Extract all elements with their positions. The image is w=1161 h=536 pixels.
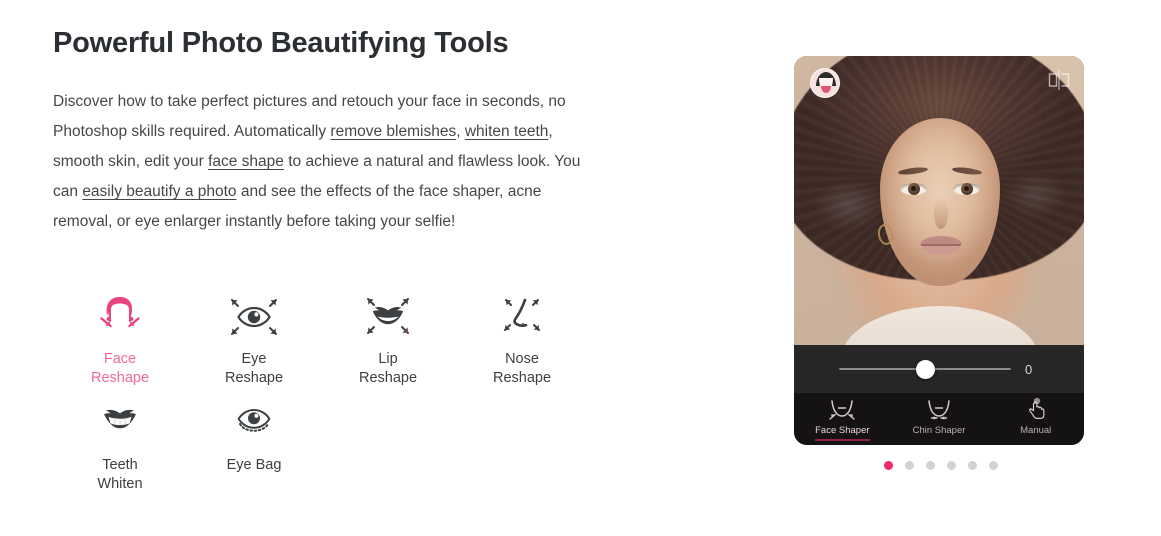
- tool-tab-face-shaper[interactable]: Face Shaper: [794, 397, 891, 441]
- intro-text-2: ,: [456, 122, 465, 140]
- eye-bag-icon: [224, 398, 284, 448]
- feature-item-nose-reshape[interactable]: Nose Reshape: [455, 292, 589, 388]
- tool-tab-manual[interactable]: Manual: [987, 397, 1084, 439]
- feature-label-line1: Eye: [241, 351, 267, 367]
- tool-tab-bar: Face Shaper Chin Shaper Manual: [794, 393, 1084, 445]
- feature-label-line2: Reshape: [492, 370, 552, 386]
- link-easily-beautify-a-photo[interactable]: easily beautify a photo: [82, 183, 236, 200]
- link-whiten-teeth[interactable]: whiten teeth: [465, 123, 549, 140]
- carousel-dot[interactable]: [884, 461, 893, 470]
- carousel-dot[interactable]: [989, 461, 998, 470]
- feature-item-eye-reshape[interactable]: Eye Reshape: [187, 292, 321, 388]
- lip-reshape-icon: [358, 292, 418, 342]
- face-shaper-icon: [827, 397, 857, 421]
- eye-right: [953, 183, 980, 195]
- face-reshape-icon: [90, 292, 150, 342]
- feature-label-line1: Lip: [378, 351, 398, 367]
- feature-label: Lip Reshape: [359, 350, 417, 388]
- tool-tab-label: Chin Shaper: [912, 425, 966, 436]
- feature-item-eye-bag[interactable]: Eye Bag: [187, 398, 321, 494]
- feature-label-line1: Nose: [505, 351, 539, 367]
- carousel-dot[interactable]: [905, 461, 914, 470]
- tool-tab-label: Face Shaper: [815, 425, 870, 441]
- lips-region: [920, 236, 962, 255]
- feature-list: Face Reshape Eye Reshape Lip Reshape Nos…: [53, 292, 613, 504]
- page-title: Powerful Photo Beautifying Tools: [53, 27, 509, 59]
- feature-label: Face Reshape: [91, 350, 149, 388]
- nose-reshape-icon: [492, 292, 552, 342]
- feature-label-line1: Face: [103, 351, 137, 367]
- carousel-dot[interactable]: [968, 461, 977, 470]
- feature-label-line2: Reshape: [90, 370, 150, 386]
- portrait-photo: [794, 56, 1084, 345]
- feature-label: Nose Reshape: [493, 350, 551, 388]
- face-avatar-icon[interactable]: [810, 68, 840, 98]
- slider-thumb[interactable]: [915, 359, 935, 379]
- carousel-dot[interactable]: [926, 461, 935, 470]
- link-face-shape[interactable]: face shape: [208, 153, 284, 170]
- carousel-dots: [884, 461, 998, 470]
- feature-item-lip-reshape[interactable]: Lip Reshape: [321, 292, 455, 388]
- feature-label: Eye Bag: [227, 456, 282, 475]
- feature-label: Eye Reshape: [225, 350, 283, 388]
- link-remove-blemishes[interactable]: remove blemishes: [330, 123, 456, 140]
- slider-value: 0: [1025, 361, 1033, 377]
- feature-label-line1: Eye Bag: [226, 457, 282, 473]
- shoulder-region: [840, 306, 1040, 345]
- tool-tab-chin-shaper[interactable]: Chin Shaper: [891, 397, 988, 439]
- feature-item-teeth-whiten[interactable]: Teeth Whiten: [53, 398, 187, 494]
- compare-mirror-icon[interactable]: [1048, 70, 1070, 90]
- intensity-slider-bar: 0: [794, 345, 1084, 393]
- nose-region: [934, 199, 948, 229]
- feature-label: Teeth Whiten: [97, 456, 142, 494]
- phone-preview: 0 Face Shaper Chin Shaper Manual: [794, 56, 1084, 445]
- teeth-whiten-icon: [90, 398, 150, 448]
- page-root: Powerful Photo Beautifying Tools Discove…: [0, 0, 1161, 536]
- feature-label-line2: Reshape: [358, 370, 418, 386]
- hand-tap-icon: [1024, 397, 1048, 421]
- eye-reshape-icon: [224, 292, 284, 342]
- carousel-dot[interactable]: [947, 461, 956, 470]
- slider-track[interactable]: [839, 359, 1011, 379]
- text-column: Powerful Photo Beautifying Tools Discove…: [53, 26, 613, 237]
- eye-left: [900, 183, 927, 195]
- chin-shaper-icon: [924, 397, 954, 421]
- tool-tab-label: Manual: [1020, 425, 1052, 436]
- feature-label-line2: Reshape: [224, 370, 284, 386]
- intro-paragraph: Discover how to take perfect pictures an…: [53, 87, 593, 237]
- feature-item-face-reshape[interactable]: Face Reshape: [53, 292, 187, 388]
- feature-label-line1: Teeth: [102, 457, 138, 473]
- feature-label-line2: Whiten: [97, 476, 143, 492]
